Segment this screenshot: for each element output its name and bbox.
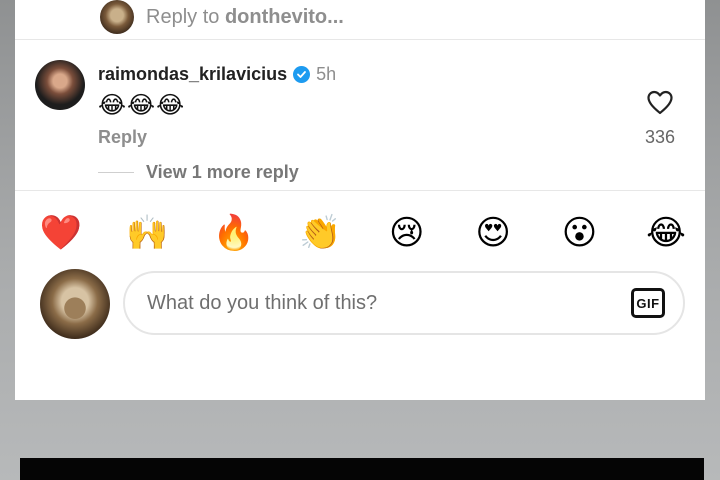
comment-time: 5h <box>316 63 337 84</box>
reply-to-username: donthevito... <box>224 5 344 28</box>
replying-to-bar: Reply to donthevito... <box>100 0 344 34</box>
reply-to-text: Reply to donthevito... <box>146 6 344 29</box>
heart-reaction-icon[interactable]: ❤️ <box>40 212 82 254</box>
current-user-avatar <box>40 269 110 339</box>
raising-hands-reaction-icon[interactable]: 🙌 <box>126 212 168 254</box>
heart-eyes-reaction-icon[interactable]: 😍 <box>472 212 514 254</box>
comments-screen: Reply to donthevito... raimondas_krilavi… <box>0 0 720 480</box>
clapping-hands-reaction-icon[interactable]: 👏 <box>299 212 341 254</box>
comment-composer: GIF <box>40 267 685 341</box>
lower-black-panel <box>20 458 704 480</box>
like-area: 336 <box>637 90 683 148</box>
verified-check-icon <box>297 70 307 78</box>
quick-reactions: ❤️ 🙌 🔥 👏 😢 😍 😮 😂 <box>15 195 705 270</box>
view-replies-button[interactable]: View 1 more reply <box>98 162 299 183</box>
comment-input-wrapper[interactable]: GIF <box>123 271 685 335</box>
reaction-divider <box>15 190 705 191</box>
commenter-username[interactable]: raimondas_krilavicius <box>98 64 287 85</box>
reply-to-prefix: Reply to <box>146 5 220 28</box>
top-divider <box>15 39 705 40</box>
fire-reaction-icon[interactable]: 🔥 <box>213 212 255 254</box>
gif-button[interactable]: GIF <box>631 288 665 318</box>
view-replies-text: View 1 more reply <box>146 162 299 182</box>
crying-face-reaction-icon[interactable]: 😢 <box>386 212 428 254</box>
heart-outline-icon[interactable] <box>646 90 674 115</box>
view-replies-line <box>98 172 134 173</box>
surprised-face-reaction-icon[interactable]: 😮 <box>559 212 601 254</box>
comment-input[interactable] <box>145 290 631 316</box>
comment-body: raimondas_krilavicius 5h 😂😂😂 Reply <box>98 63 598 148</box>
laughing-face-reaction-icon[interactable]: 😂 <box>645 212 687 254</box>
comment-header: raimondas_krilavicius 5h <box>98 63 598 85</box>
commenter-avatar[interactable] <box>35 60 85 110</box>
reply-button[interactable]: Reply <box>98 127 598 148</box>
comments-sheet: Reply to donthevito... raimondas_krilavi… <box>15 0 705 400</box>
verified-badge-icon <box>293 65 311 83</box>
like-count: 336 <box>644 127 676 147</box>
comment-item: raimondas_krilavicius 5h 😂😂😂 Reply View … <box>35 58 685 188</box>
reply-avatar <box>100 0 134 34</box>
comment-text: 😂😂😂 <box>98 92 186 119</box>
